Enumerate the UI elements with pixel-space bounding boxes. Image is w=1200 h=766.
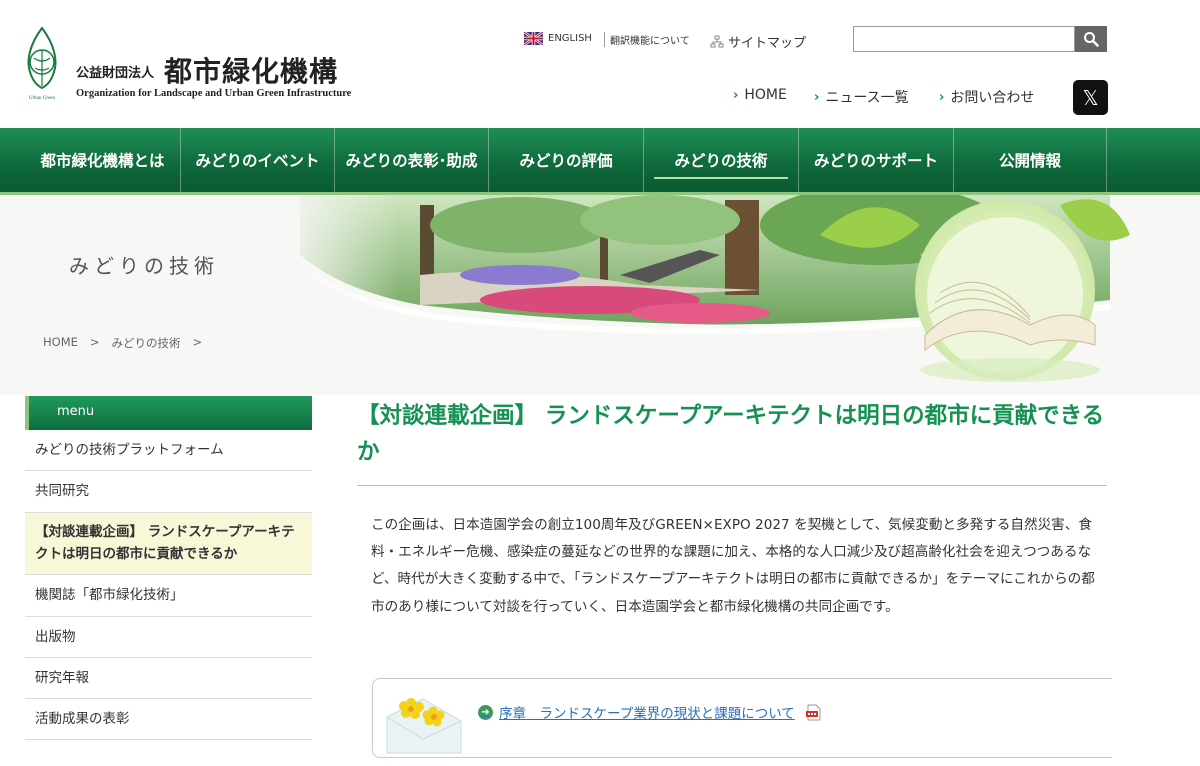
uk-flag-icon — [524, 32, 543, 45]
sitemap-link[interactable]: サイトマップ — [710, 32, 806, 51]
subnav-contact-label: お問い合わせ — [950, 90, 1035, 106]
side-menu-item-joint-research[interactable]: 共同研究 — [25, 471, 312, 513]
breadcrumb-home[interactable]: HOME — [43, 335, 78, 351]
nav-support-label: みどりのサポート — [813, 152, 938, 170]
chapter-link-box: ➜ 序章 ランドスケープ業界の現状と課題について — [372, 678, 1112, 758]
subnav-home-label: HOME — [744, 87, 787, 103]
breadcrumb: HOME > みどりの技術 > — [43, 335, 202, 351]
search-icon — [1084, 32, 1099, 47]
search-input[interactable] — [853, 26, 1075, 52]
nav-evaluation-label: みどりの評価 — [519, 152, 613, 170]
chevron-right-icon: › — [814, 89, 820, 105]
logo-leaf-icon[interactable]: Urban Green — [22, 26, 62, 102]
nav-disclosure-label: 公開情報 — [998, 152, 1061, 170]
subnav-news-label: ニュース一覧 — [825, 90, 909, 106]
side-menu-item-platform[interactable]: みどりの技術プラットフォーム — [25, 430, 312, 472]
side-menu: menu みどりの技術プラットフォーム 共同研究 【対談連載企画】 ランドスケー… — [25, 396, 312, 741]
nav-about[interactable]: 都市緑化機構とは — [25, 128, 181, 192]
nav-technology[interactable]: みどりの技術 — [644, 128, 799, 192]
org-prefix: 公益財団法人 — [76, 66, 155, 81]
nav-awards-label: みどりの表彰･助成 — [345, 152, 478, 170]
global-nav: 都市緑化機構とは みどりのイベント みどりの表彰･助成 みどりの評価 みどりの技… — [0, 128, 1200, 195]
org-name[interactable]: 都市緑化機構 — [164, 50, 338, 90]
english-link[interactable]: ENGLISH — [524, 32, 592, 45]
chevron-right-icon: › — [733, 87, 739, 103]
nav-about-label: 都市緑化機構とは — [40, 152, 165, 170]
nav-disclosure[interactable]: 公開情報 — [954, 128, 1107, 192]
chapter-prologue-label: 序章 ランドスケープ業界の現状と課題について — [499, 706, 795, 722]
hero-title: みどりの技術 — [69, 254, 219, 278]
nav-support[interactable]: みどりのサポート — [799, 128, 954, 192]
x-logo-icon: 𝕏 — [1082, 85, 1099, 110]
nav-evaluation[interactable]: みどりの評価 — [489, 128, 644, 192]
nav-awards[interactable]: みどりの表彰･助成 — [335, 128, 489, 192]
page-title: 【対談連載企画】 ランドスケープアーキテクトは明日の都市に貢献できるか — [357, 403, 1105, 465]
sitemap-label: サイトマップ — [728, 36, 807, 51]
x-social-button[interactable]: 𝕏 — [1073, 80, 1108, 115]
english-link-label: ENGLISH — [548, 33, 592, 44]
sitemap-icon — [710, 35, 724, 47]
side-menu-item-publications[interactable]: 出版物 — [25, 617, 312, 658]
side-menu-header: menu — [25, 396, 312, 430]
subnav-contact[interactable]: › お問い合わせ — [939, 87, 1034, 107]
hero-park-image — [280, 195, 1130, 395]
chapter-prologue-link[interactable]: ➜ 序章 ランドスケープ業界の現状と課題について — [478, 702, 822, 722]
breadcrumb-separator: > — [89, 335, 100, 349]
logo-label: Urban Green — [29, 96, 55, 101]
flower-envelope-icon — [386, 698, 462, 754]
pdf-icon — [805, 704, 821, 720]
side-menu-item-awards[interactable]: 活動成果の表彰 — [25, 699, 312, 741]
subnav-news[interactable]: › ニュース一覧 — [814, 87, 909, 107]
subnav-home[interactable]: › HOME — [733, 87, 787, 103]
org-name-en: Organization for Landscape and Urban Gre… — [76, 88, 352, 99]
nav-events-label: みどりのイベント — [195, 152, 320, 170]
title-divider — [357, 485, 1107, 486]
intro-text: この企画は、日本造園学会の創立100周年及びGREEN×EXPO 2027 を契… — [371, 517, 1095, 615]
side-menu-item-dialogue-series[interactable]: 【対談連載企画】 ランドスケープアーキテクトは明日の都市に貢献できるか — [25, 512, 312, 576]
chevron-right-icon: › — [939, 89, 945, 105]
side-menu-item-journal[interactable]: 機関誌「都市緑化技術」 — [25, 575, 312, 617]
nav-events[interactable]: みどりのイベント — [181, 128, 335, 192]
side-menu-item-annual-report[interactable]: 研究年報 — [25, 658, 312, 700]
hero-banner: みどりの技術 HOME > みどりの技術 > — [0, 195, 1200, 395]
translate-info-link[interactable]: 翻訳機能について — [604, 32, 690, 47]
arrow-right-circle-icon: ➜ — [478, 704, 493, 720]
nav-technology-label: みどりの技術 — [674, 152, 768, 170]
search-button[interactable] — [1075, 26, 1107, 52]
breadcrumb-separator: > — [192, 335, 203, 349]
breadcrumb-technology[interactable]: みどりの技術 — [112, 335, 181, 351]
site-header: Urban Green 公益財団法人 都市緑化機構 Organization f… — [0, 0, 1200, 128]
